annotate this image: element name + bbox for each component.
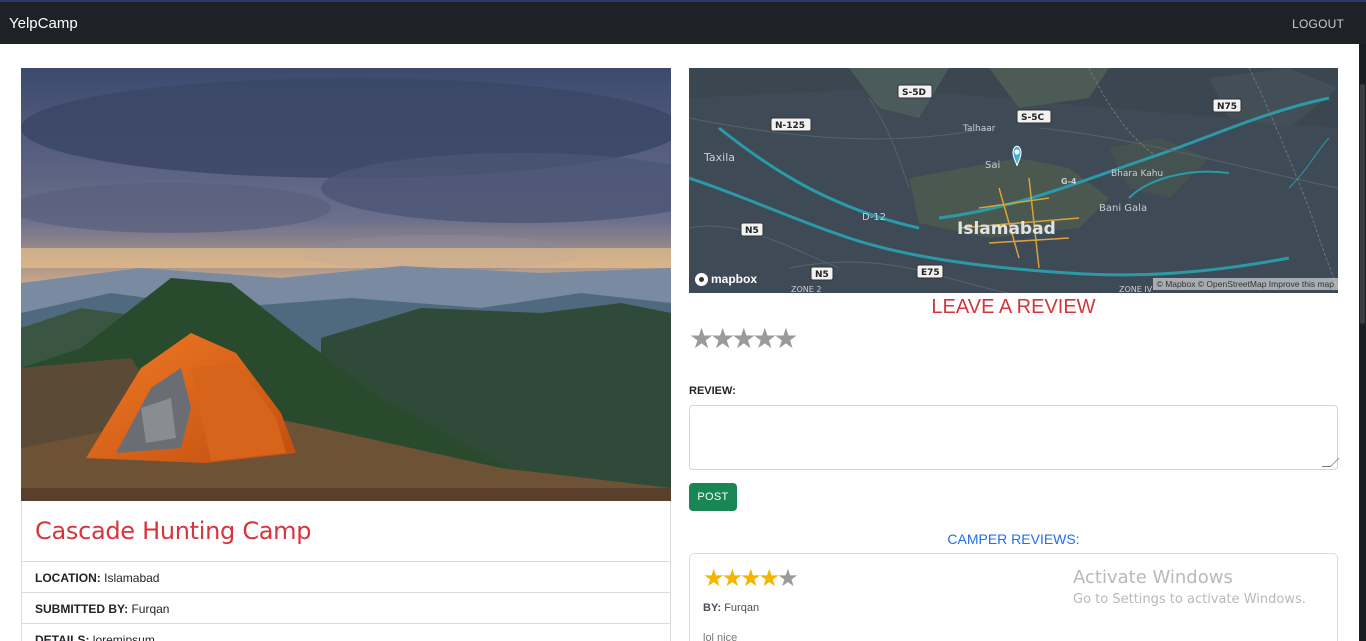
title-box: Cascade Hunting Camp [21, 501, 671, 562]
campground-title: Cascade Hunting Camp [35, 517, 312, 545]
submitted-value: Furqan [131, 602, 170, 616]
map-label-s5d: S-5D [902, 88, 926, 98]
details-row: DETAILS: loremipsum [21, 624, 671, 641]
location-row: LOCATION: Islamabad [21, 562, 671, 593]
review-label: REVIEW: [689, 385, 736, 397]
campground-photo [21, 68, 671, 501]
map-label-g4: G-4 [1061, 177, 1077, 186]
logout-link[interactable]: LOGOUT [1292, 17, 1344, 31]
review-author-name: Furqan [724, 602, 760, 614]
review-rating: ★★★★★ [703, 564, 799, 593]
location-label: LOCATION: [35, 571, 101, 585]
map-label-saidpur: Sai [985, 160, 1000, 171]
brand-link[interactable]: YelpCamp [9, 15, 78, 32]
scrollbar[interactable] [1359, 44, 1366, 641]
campground-card: Cascade Hunting Camp LOCATION: Islamabad… [21, 68, 671, 641]
map-label-talhaar: Talhaar [962, 124, 996, 134]
mapbox-logo[interactable]: mapbox [695, 272, 757, 286]
map-label-zone-4: ZONE IV [1119, 285, 1153, 293]
details-label: DETAILS: [35, 633, 90, 641]
map-label-e75: E75 [921, 268, 940, 278]
location-value: Islamabad [104, 571, 160, 585]
map-label-n125: N-125 [775, 121, 805, 131]
review-textarea[interactable] [689, 405, 1338, 470]
map-attribution[interactable]: © Mapbox © OpenStreetMap Improve this ma… [1152, 278, 1338, 290]
map-label-zone-2: ZONE 2 [791, 285, 821, 293]
watermark-subtitle: Go to Settings to activate Windows. [1073, 592, 1306, 607]
rating-stars-empty: ★ [777, 565, 798, 592]
map-label-s5c: S-5C [1021, 113, 1044, 123]
review-author: BY: Furqan [703, 602, 759, 614]
post-button[interactable]: POST [689, 483, 737, 511]
map-canvas[interactable]: S-5D N-125 S-5C N75 N5 N5 E75 Talhaar Ta… [689, 68, 1338, 293]
watermark-title: Activate Windows [1073, 567, 1233, 588]
leave-review-heading: LEAVE A REVIEW [931, 296, 1096, 318]
map-label-n75: N75 [1217, 102, 1237, 112]
review-body: lol nice [703, 632, 738, 641]
map-label-n5-a: N5 [745, 226, 759, 236]
review-by-label: BY: [703, 602, 722, 614]
map-label-bhara-kahu: Bhara Kahu [1111, 169, 1163, 179]
navbar: YelpCamp LOGOUT [0, 0, 1366, 44]
star-rating-input[interactable]: ★★★★★ [689, 322, 798, 355]
scrollbar-thumb[interactable] [1360, 84, 1365, 324]
mapbox-icon [695, 272, 708, 286]
camper-reviews-heading: CAMPER REVIEWS: [947, 531, 1080, 547]
map-label-d12: D-12 [862, 212, 886, 223]
map-label-n5-b: N5 [815, 270, 829, 280]
submitted-label: SUBMITTED BY: [35, 602, 129, 616]
details-value: loremipsum [92, 633, 155, 641]
map-label-taxila: Taxila [703, 151, 735, 164]
activate-windows-watermark: Activate Windows Go to Settings to activ… [1073, 567, 1306, 607]
map-label-bani-gala: Bani Gala [1099, 203, 1147, 214]
map[interactable]: S-5D N-125 S-5C N75 N5 N5 E75 Talhaar Ta… [689, 68, 1338, 293]
mapbox-logo-text: mapbox [711, 272, 758, 286]
map-label-islamabad: Islamabad [957, 219, 1056, 239]
rating-stars-filled: ★★★★ [703, 565, 780, 592]
submitted-row: SUBMITTED BY: Furqan [21, 593, 671, 624]
